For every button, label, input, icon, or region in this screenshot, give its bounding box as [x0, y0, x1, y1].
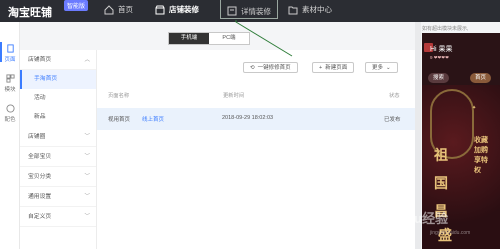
palette-icon — [5, 104, 15, 113]
online-home-badge: 线上首页 — [142, 117, 165, 123]
app-logo[interactable]: 淘宝旺铺 — [8, 4, 52, 20]
chevron-down-icon: ﹀ — [84, 154, 90, 160]
row-updated-time: 2018-09-29 18:02:03 — [222, 115, 274, 121]
nav-detail-decoration-label: 详情装修 — [241, 6, 271, 16]
nav-home-label: 首页 — [118, 5, 133, 14]
detail-icon — [227, 6, 237, 16]
banner-char: 祖 — [434, 148, 448, 164]
nav-detail-decoration[interactable]: 详情装修 — [220, 0, 278, 19]
menu-section-categories[interactable]: 宝贝分类 ﹀ — [20, 167, 96, 187]
chevron-down-icon: ﹀ — [84, 194, 90, 200]
sparkle-icon: ✦ — [472, 105, 477, 111]
nav-store-decoration-label: 店铺装修 — [169, 5, 199, 14]
preview-tip: 如有超出模块未展示, — [422, 26, 469, 32]
more-dropdown[interactable]: 更多 ⌄ — [365, 62, 398, 73]
more-label: 更多 — [372, 64, 384, 71]
rail-item-module[interactable]: 模块 — [0, 74, 20, 93]
menu-item-new-products[interactable]: 新品 — [20, 108, 96, 127]
banner-vertical-text: 收藏加购享特权 — [474, 135, 488, 174]
page-icon — [6, 44, 14, 53]
plus-icon: + — [319, 64, 323, 71]
column-header-name: 页面名称 — [108, 93, 130, 99]
home-icon — [104, 4, 114, 14]
menu-section-label: 店铺圈 — [28, 134, 46, 140]
preview-shop-name: Hi 果果 — [430, 46, 453, 53]
chevron-up-icon: ︿ — [84, 57, 90, 63]
menu-item-activity[interactable]: 活动 — [20, 89, 96, 108]
new-page-label: 新建页面 — [325, 64, 348, 71]
row-page-name: 视用首页 — [108, 117, 131, 123]
menu-section-label: 全部宝贝 — [28, 154, 52, 160]
device-toggle: 手机端 PC端 — [168, 32, 250, 45]
preview-search-button[interactable]: 搜索 — [428, 73, 450, 83]
banner-char: 国 — [434, 176, 448, 192]
menu-section-label: 通用设置 — [28, 194, 52, 200]
preview-home-button[interactable]: 首页 — [470, 73, 492, 83]
rail-item-label: 模块 — [4, 87, 16, 93]
chevron-down-icon: ﹀ — [84, 174, 90, 180]
top-bar: 淘宝旺铺 智能版 首页 店铺装修 详情装修 素材中心 — [0, 0, 500, 22]
rail-item-palette[interactable]: 配色 — [0, 104, 20, 123]
menu-section-label: 店铺首页 — [28, 57, 52, 63]
left-rail: 页面 模块 配色 — [0, 22, 20, 249]
rail-item-page[interactable]: 页面 — [0, 42, 20, 63]
menu-section-general-settings[interactable]: 通用设置 ﹀ — [20, 187, 96, 207]
chevron-down-icon: ﹀ — [84, 134, 90, 140]
repair-icon: ⟲ — [250, 64, 255, 71]
one-click-repair-button[interactable]: ⟲ 一键修修首页 — [243, 62, 298, 73]
menu-item-mobile-home[interactable]: 手淘首页 — [20, 70, 96, 89]
preview-header: Hi 果果 9 ❤❤❤❤ 搜索 首页 — [422, 33, 500, 85]
active-indicator — [0, 42, 2, 62]
page-list-panel: ⟲ 一键修修首页 + 新建页面 更多 ⌄ 页面名称 更新时间 状态 视用首页 线… — [97, 50, 415, 249]
page-menu: 店铺首页 ︿ 手淘首页 活动 新品 店铺圈 ﹀ 全部宝贝 ﹀ 宝贝分类 ﹀ 通用… — [20, 50, 97, 249]
watermark-url: jingyan.baidu.com — [430, 230, 471, 236]
menu-section-label: 宝贝分类 — [28, 174, 52, 180]
column-header-time: 更新时间 — [223, 93, 245, 99]
row-status: 已发布 — [384, 117, 401, 123]
column-header-status: 状态 — [389, 93, 400, 99]
repair-label: 一键修修首页 — [257, 64, 291, 71]
nav-home[interactable]: 首页 — [104, 4, 133, 15]
nav-material-center-label: 素材中心 — [302, 5, 332, 14]
version-badge: 智能版 — [64, 0, 89, 11]
menu-section-store-home[interactable]: 店铺首页 ︿ — [20, 50, 96, 70]
watermark-brand: Baidu经验 — [386, 211, 449, 226]
nav-material-center[interactable]: 素材中心 — [288, 4, 332, 15]
chevron-down-icon: ⌄ — [386, 64, 391, 71]
module-icon — [5, 74, 15, 83]
rail-item-label: 页面 — [4, 57, 16, 63]
nav-store-decoration[interactable]: 店铺装修 — [155, 4, 199, 15]
chevron-down-icon: ﹀ — [84, 214, 90, 220]
rail-item-label: 配色 — [4, 117, 16, 123]
menu-section-custom-pages[interactable]: 自定义页 ﹀ — [20, 207, 96, 227]
store-icon — [155, 5, 165, 14]
menu-section-all-products[interactable]: 全部宝贝 ﹀ — [20, 147, 96, 167]
menu-section-store-circle[interactable]: 店铺圈 ﹀ — [20, 127, 96, 147]
table-row[interactable]: 视用首页 线上首页 2018-09-29 18:02:03 已发布 — [97, 108, 415, 130]
device-mobile-tab[interactable]: 手机端 — [169, 33, 209, 44]
preview-shop-rating: 9 ❤❤❤❤ — [430, 55, 449, 60]
menu-section-label: 自定义页 — [28, 214, 52, 220]
new-page-button[interactable]: + 新建页面 — [312, 62, 355, 73]
device-pc-tab[interactable]: PC端 — [209, 33, 249, 44]
folder-icon — [288, 6, 298, 14]
